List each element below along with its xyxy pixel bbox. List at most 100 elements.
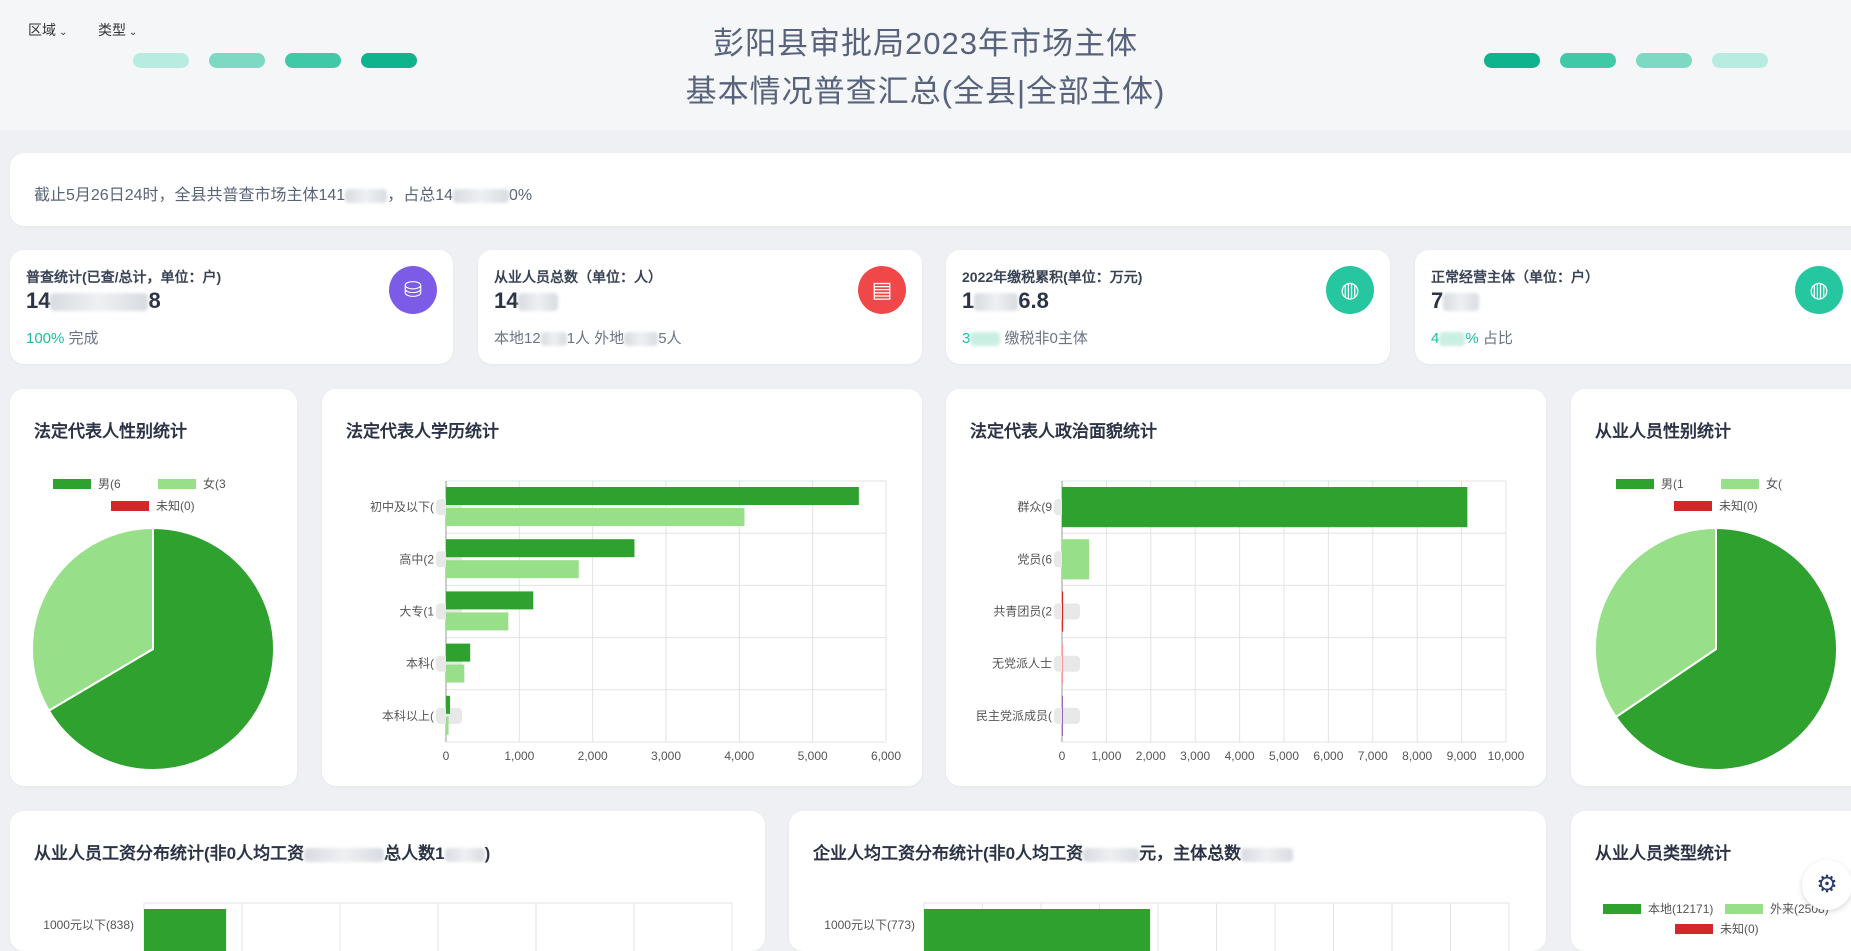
stat-sub-text: 1人 外地 (566, 330, 625, 347)
legend-swatch (1675, 924, 1713, 934)
stat-label: 2022年缴税累积(单位：万元) (962, 269, 1143, 285)
stat-sub: 本地12 1人 外地 5人 (494, 327, 682, 348)
stat-value-part: 14 (26, 288, 51, 313)
legend-swatch (53, 479, 91, 489)
bar (144, 909, 227, 951)
bar (924, 909, 1151, 951)
stat-label: 普查统计(已查/总计，单位：户) (26, 269, 222, 285)
stat-sub-highlight: % (1465, 330, 1479, 347)
legend-swatch (1725, 904, 1763, 914)
y-tick-label: 党员(6 (1017, 551, 1052, 566)
redacted-value (345, 188, 388, 203)
stat-sub-highlight: 4 (1431, 330, 1440, 347)
x-tick-label: 1,000 (1091, 749, 1121, 763)
legend-swatch (1616, 479, 1654, 489)
bar (446, 695, 451, 714)
redacted-value (970, 332, 1001, 347)
notice-segment: 截止5月26日24时，全县共普查市场主体141 (34, 187, 346, 204)
y-tick-label: 群众(9 (1017, 500, 1052, 514)
stat-sub-highlight: 100% (26, 330, 65, 347)
y-tick-label: 1000元以下(838) (43, 918, 134, 932)
bar (446, 539, 635, 558)
bar (446, 716, 449, 735)
legend-label: 本地(12171) (1648, 902, 1713, 916)
legend-swatch (1674, 501, 1712, 511)
redacted-value (50, 293, 149, 312)
summary-notice-text: 截止5月26日24时，全县共普查市场主体141 ，占总14 0% (34, 181, 532, 205)
settings-gear-icon[interactable]: ⚙ (1802, 860, 1851, 910)
chart-card-company-wage: 企业人均工资分布统计(非0人均工资 元，主体总数 1000元以下(773) (789, 811, 1546, 951)
chart-card-staff-wage: 从业人员工资分布统计(非0人均工资 总人数1) 1000元以下(838) (10, 811, 765, 951)
x-tick-label: 0 (1059, 749, 1066, 763)
y-tick-label: 本科以上( (382, 709, 434, 723)
x-tick-label: 1,000 (504, 749, 534, 763)
chart-card-legal-gender: 法定代表人性别统计 男(6 女(3 未知(0) (10, 389, 297, 786)
bar (446, 664, 465, 683)
y-tick-label: 共青团员(2 (993, 605, 1052, 619)
stat-sub: 4% 占比 (1431, 327, 1513, 348)
x-tick-label: 9,000 (1447, 749, 1477, 763)
stat-card-survey: 普查统计(已查/总计，单位：户) 14 8 100% 完成 ⛁ (10, 250, 453, 364)
stat-sub: 3 缴税非0主体 (962, 327, 1088, 348)
stat-value-part: 1 (962, 288, 975, 313)
y-tick-label: 无党派人士 (992, 656, 1052, 671)
legend-label: 未知(0) (1720, 922, 1759, 936)
bar (1062, 539, 1090, 580)
legend-swatch (111, 501, 149, 511)
x-tick-label: 0 (443, 749, 450, 763)
redacted-value (1439, 332, 1466, 347)
redacted-value (1443, 293, 1480, 312)
stat-card-operating: 正常经营主体（单位：户） 7 4% 占比 ◍ (1415, 250, 1851, 364)
x-tick-label: 4,000 (724, 749, 754, 763)
badge-icon: ▤ (858, 266, 906, 314)
chart-card-political: 法定代表人政治面貌统计 0 1,000 2,000 3,000 4,000 5,000 6,… (946, 389, 1546, 786)
bar (1062, 643, 1063, 684)
legal-gender-pie-chart: 男(6 女(3 未知(0) (31, 476, 275, 771)
bar (446, 508, 745, 526)
redacted-value (1054, 655, 1080, 672)
y-tick-label: 初中及以下( (370, 499, 434, 514)
stat-sub-text: 本地12 (494, 330, 541, 347)
legend-label: 女( (1766, 476, 1782, 491)
bar (1062, 487, 1468, 528)
x-tick-label: 2,000 (1136, 749, 1166, 763)
y-tick-label: 1000元以下(773) (824, 918, 915, 932)
x-tick-label: 5,000 (798, 749, 828, 763)
y-tick-label: 本科( (406, 657, 434, 671)
page-subtitle: 基本情况普查汇总(全县|全部主体) (685, 74, 1166, 109)
bar (446, 612, 509, 631)
x-tick-label: 3,000 (651, 749, 681, 763)
redacted-value (540, 332, 567, 347)
staff-gender-pie-chart: 男(1 女(未知(0) (1594, 476, 1838, 771)
globe-icon: ◍ (1326, 266, 1374, 314)
globe-icon: ◍ (1795, 266, 1843, 314)
x-tick-label: 6,000 (871, 749, 901, 763)
notice-segment: ，占总14 (387, 187, 454, 204)
stat-label: 从业人员总数（单位：人） (494, 269, 662, 285)
page-title: 彭阳县审批局2023年市场主体 (713, 26, 1138, 61)
legend-swatch (158, 479, 196, 489)
bar (446, 560, 579, 579)
y-tick-label: 大专(1 (399, 604, 434, 619)
x-tick-label: 8,000 (1402, 749, 1432, 763)
bar (1062, 695, 1063, 736)
political-bar-chart: 0 1,000 2,000 3,000 4,000 5,000 6,000 7,000 8,00… (976, 480, 1525, 763)
stat-sub-text: 完成 (64, 330, 99, 347)
stat-value-part: 14 (494, 288, 519, 313)
stat-sub-highlight: 3 (962, 330, 971, 347)
x-tick-label: 10,000 (1488, 749, 1525, 763)
education-bar-chart: 0 1,000 2,000 3,000 4,000 5,000 6,000 初中及以下(高中(… (370, 480, 901, 763)
legend-swatch (1721, 479, 1759, 489)
stat-sub: 100% 完成 (26, 327, 99, 348)
redacted-value (624, 332, 659, 347)
redacted-value (1054, 603, 1080, 620)
legend-label: 女(3 (203, 476, 226, 491)
stat-sub-text: 5人 (658, 330, 682, 347)
stat-sub-text: 缴税非0主体 (1000, 330, 1088, 347)
y-tick-label: 民主党派成员( (976, 708, 1052, 723)
redacted-value (1054, 707, 1080, 724)
x-tick-label: 3,000 (1180, 749, 1210, 763)
stat-value-part: 7 (1431, 288, 1444, 313)
legend-label: 未知(0) (1719, 499, 1758, 513)
stat-value: 1 6.8 (962, 288, 1049, 314)
